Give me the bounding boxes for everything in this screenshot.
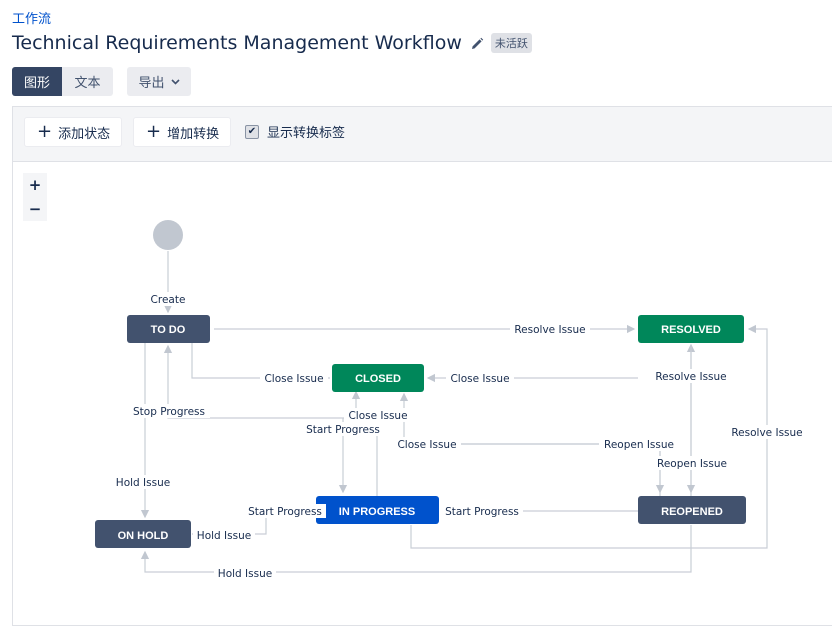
status-reopened[interactable]: REOPENED xyxy=(638,496,746,524)
edge-label-resolve-reopened[interactable]: Resolve Issue xyxy=(655,371,726,383)
workflow-diagram: TO DO RESOLVED CLOSED IN PROGRESS REOPEN… xyxy=(95,220,807,580)
edge-label-close-resolved[interactable]: Close Issue xyxy=(450,373,509,385)
edge-label-reopen-closed[interactable]: Reopen Issue xyxy=(604,439,674,451)
edge-label-close-inprogress[interactable]: Close Issue xyxy=(348,410,407,422)
status-closed-label: CLOSED xyxy=(355,373,401,385)
edge-label-hold-inprogress[interactable]: Hold Issue xyxy=(197,530,251,542)
status-on-hold-label: ON HOLD xyxy=(118,530,169,542)
status-closed[interactable]: CLOSED xyxy=(332,364,424,392)
status-resolved-label: RESOLVED xyxy=(661,324,721,336)
status-todo[interactable]: TO DO xyxy=(127,315,210,343)
start-node[interactable] xyxy=(153,220,183,250)
edge-label-create[interactable]: Create xyxy=(151,294,186,306)
edge-label-hold-reopened[interactable]: Hold Issue xyxy=(218,568,272,580)
status-reopened-label: REOPENED xyxy=(661,506,723,518)
edge-reopen-closed xyxy=(404,443,665,494)
edge-label-start-progress-onhold[interactable]: Start Progress xyxy=(248,506,322,518)
edge-label-resolve-todo[interactable]: Resolve Issue xyxy=(514,324,585,336)
edge-label-close-reopened[interactable]: Close Issue xyxy=(397,439,456,451)
status-in-progress-label: IN PROGRESS xyxy=(339,506,415,518)
edge-label-start-progress-closed[interactable]: Start Progress xyxy=(306,424,380,436)
edge-label-stop-progress[interactable]: Stop Progress xyxy=(133,406,205,418)
edge-label-start-progress-reopened[interactable]: Start Progress xyxy=(445,506,519,518)
edge-label-reopen-resolved[interactable]: Reopen Issue xyxy=(657,458,727,470)
edge-label-hold-todo[interactable]: Hold Issue xyxy=(116,477,170,489)
edge-label-resolve-inprogress[interactable]: Resolve Issue xyxy=(731,427,802,439)
status-on-hold[interactable]: ON HOLD xyxy=(95,520,191,548)
status-resolved[interactable]: RESOLVED xyxy=(638,315,744,343)
status-in-progress[interactable]: IN PROGRESS xyxy=(316,496,439,524)
status-todo-label: TO DO xyxy=(151,324,186,336)
edge-label-close-todo[interactable]: Close Issue xyxy=(264,373,323,385)
